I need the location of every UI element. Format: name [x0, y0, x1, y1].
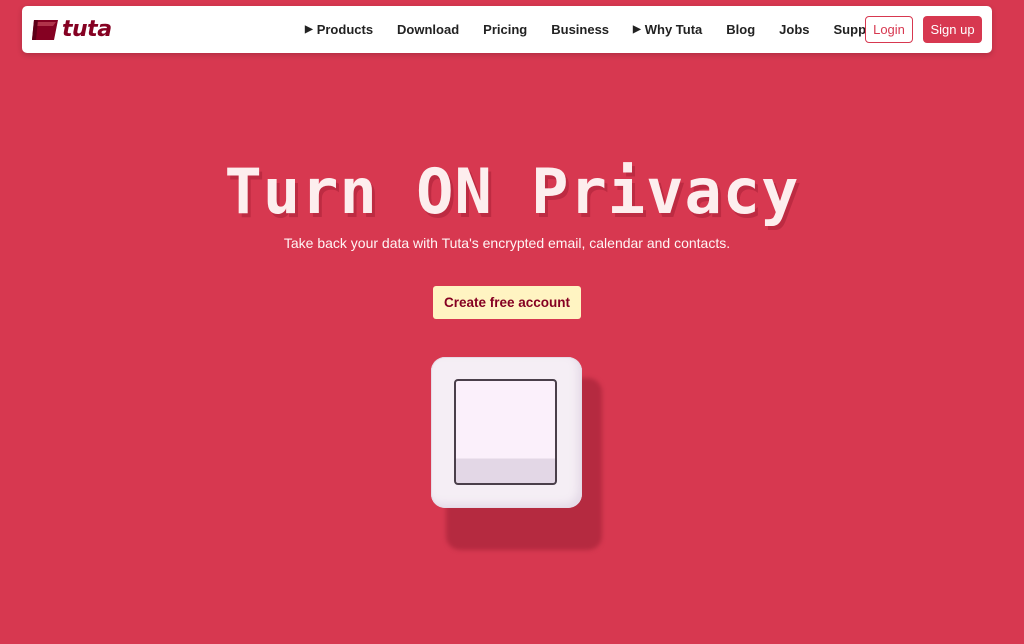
create-free-account-button[interactable]: Create free account — [433, 286, 581, 319]
signup-button[interactable]: Sign up — [923, 16, 982, 43]
tuta-logo-icon — [32, 20, 58, 40]
hero-subtitle: Take back your data with Tuta's encrypte… — [283, 235, 731, 251]
nav-item-products[interactable]: ▶ Products — [305, 22, 373, 37]
nav-item-label: Products — [316, 22, 374, 37]
nav-item-download[interactable]: Download — [397, 22, 459, 37]
nav-item-label: Blog — [726, 22, 756, 37]
logo-text: tuta — [62, 17, 112, 42]
nav-item-label: Business — [551, 22, 610, 37]
nav-item-pricing[interactable]: Pricing — [483, 22, 527, 37]
nav-item-label: Why Tuta — [644, 22, 703, 37]
nav-item-business[interactable]: Business — [551, 22, 609, 37]
nav-item-label: Pricing — [483, 22, 528, 37]
expand-arrow-icon: ▶ — [305, 24, 313, 35]
nav-item-blog[interactable]: Blog — [726, 22, 755, 37]
expand-arrow-icon: ▶ — [633, 24, 641, 35]
login-button[interactable]: Login — [865, 16, 913, 43]
page: tuta ▶ Products Download Pricing Busines… — [0, 0, 1024, 644]
hero-title: Turn ON Privacy — [224, 155, 800, 228]
top-navbar: tuta ▶ Products Download Pricing Busines… — [22, 6, 992, 53]
nav-links: ▶ Products Download Pricing Business ▶ W… — [305, 6, 907, 53]
nav-item-label: Download — [397, 22, 460, 37]
switch-rocker[interactable] — [454, 379, 557, 485]
nav-item-label: Jobs — [779, 22, 810, 37]
tuta-logo[interactable]: tuta — [32, 15, 112, 45]
light-switch-icon[interactable] — [431, 357, 582, 508]
nav-item-why-tuta[interactable]: ▶ Why Tuta — [633, 22, 702, 37]
nav-item-jobs[interactable]: Jobs — [779, 22, 809, 37]
